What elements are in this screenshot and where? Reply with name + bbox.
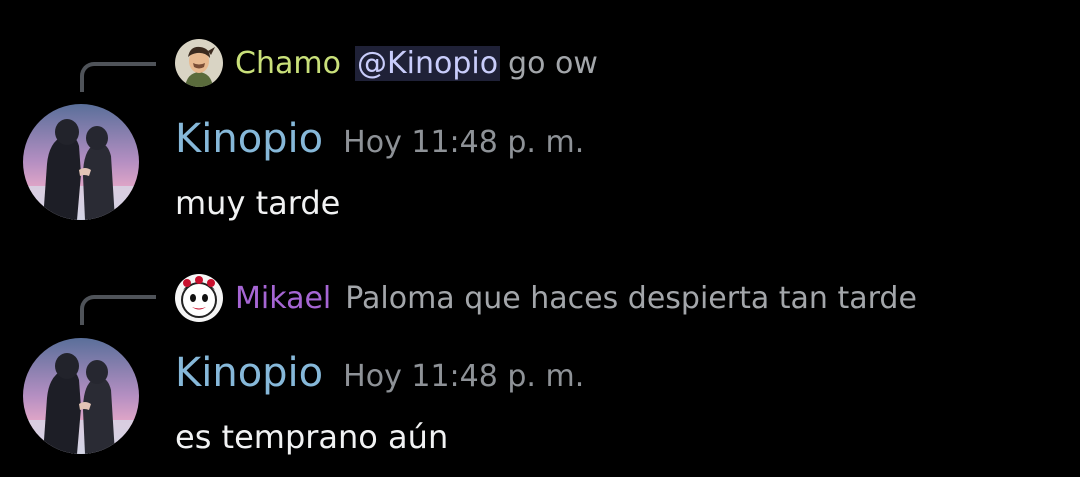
author-name[interactable]: Kinopio [175,350,323,396]
message-header: Kinopio Hoy 11:48 p. m. [175,350,584,396]
author-name[interactable]: Kinopio [175,116,323,162]
message-text: muy tarde [175,184,341,222]
reply-connector-line [80,62,156,92]
male-character-avatar-icon[interactable] [175,39,223,87]
reply-connector-line [80,295,156,325]
reply-mention[interactable]: @Kinopio [354,45,501,81]
reply-text[interactable]: Paloma que haces despierta tan tarde [345,281,917,316]
anime-couple-avatar-icon[interactable] [23,104,139,220]
message-header: Kinopio Hoy 11:48 p. m. [175,116,584,162]
reply-author-name[interactable]: Mikael [235,281,331,316]
anime-couple-avatar-icon[interactable] [23,338,139,454]
reply-author-name[interactable]: Chamo [235,46,341,81]
reply-text[interactable]: go ow [508,46,598,81]
mime-face-avatar-icon[interactable] [175,274,223,322]
reply-preview[interactable]: Chamo @Kinopio go ow [175,38,598,88]
timestamp: Hoy 11:48 p. m. [343,359,585,394]
reply-preview[interactable]: Mikael Paloma que haces despierta tan ta… [175,273,917,323]
timestamp: Hoy 11:48 p. m. [343,125,585,160]
message-text: es temprano aún [175,418,449,456]
